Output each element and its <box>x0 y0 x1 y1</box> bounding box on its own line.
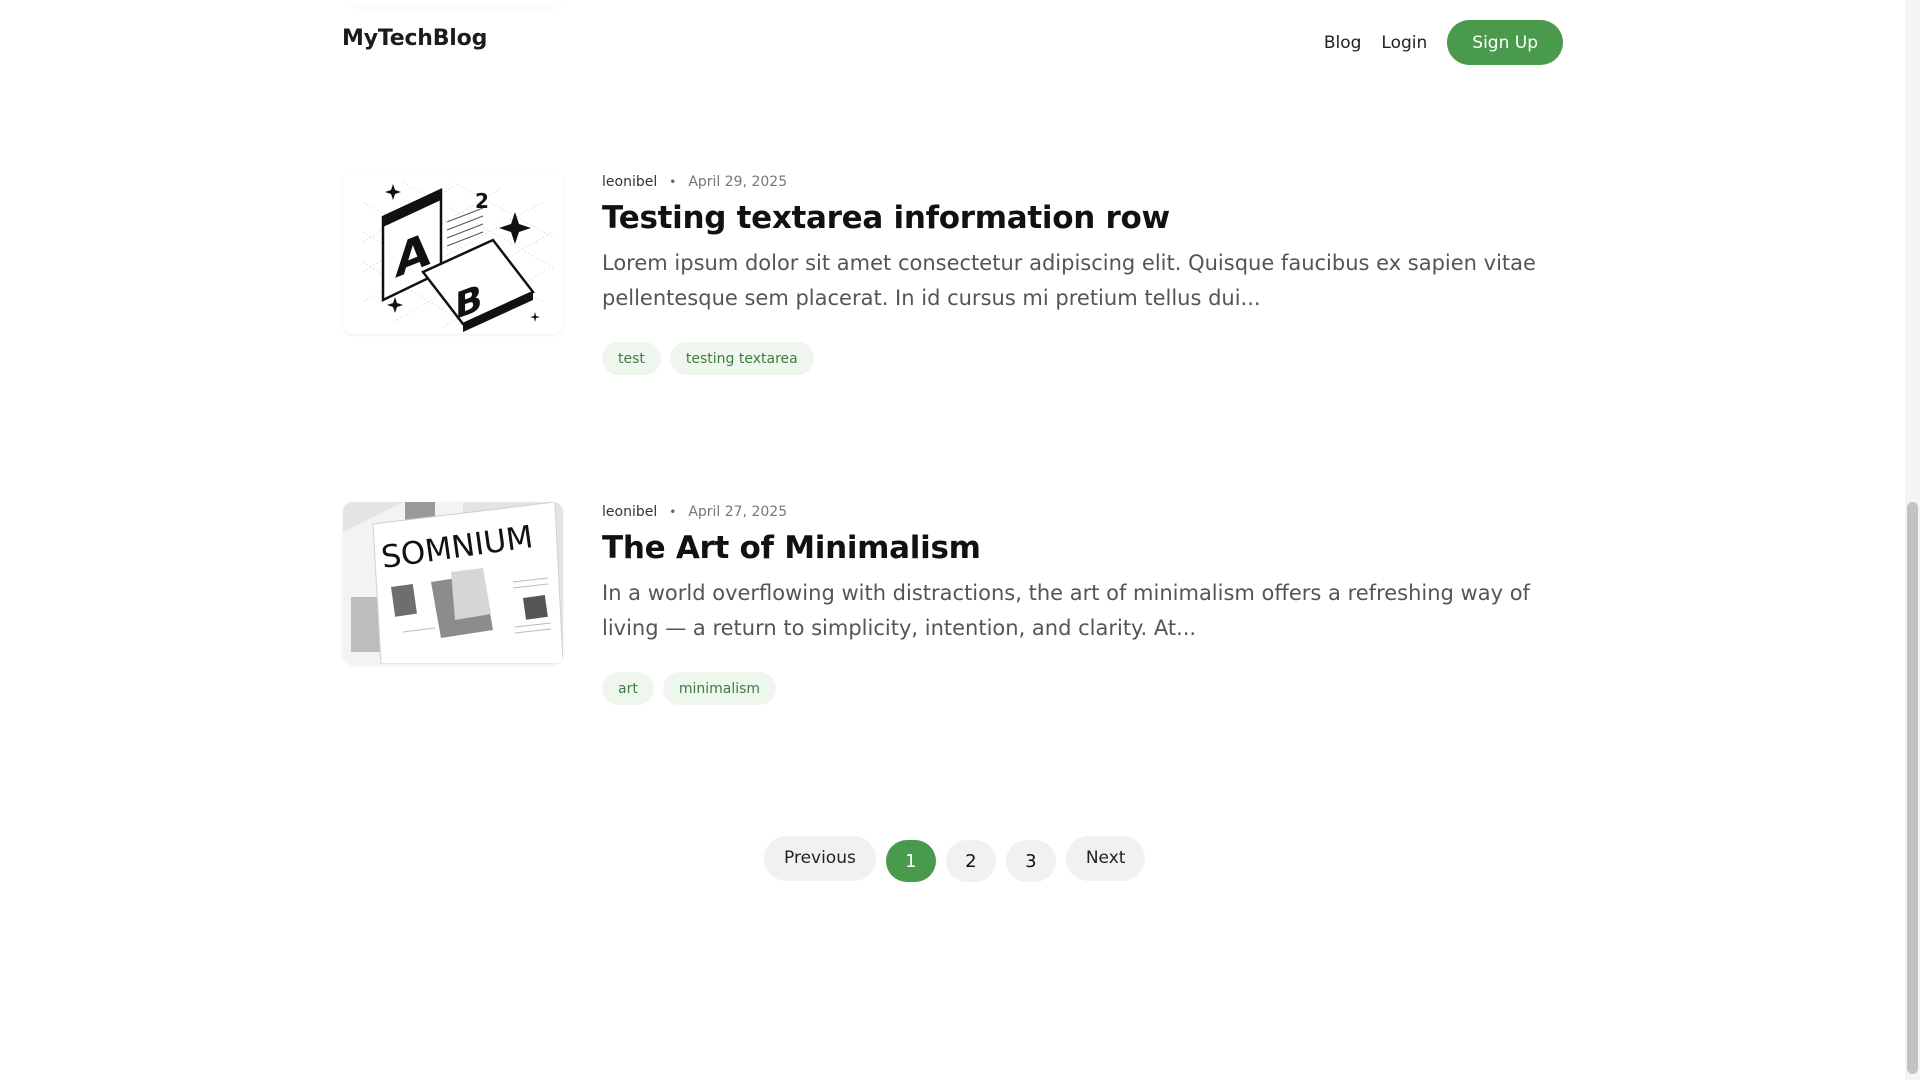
nav-blog-link[interactable]: Blog <box>1324 33 1362 53</box>
post-tags: test testing textarea <box>602 342 1562 375</box>
post-title[interactable]: The Art of Minimalism <box>602 528 1562 568</box>
post-title[interactable]: Testing textarea information row <box>602 198 1562 238</box>
post-meta: leonibel • April 29, 2025 <box>602 172 1562 192</box>
tag-chip[interactable]: minimalism <box>662 672 777 705</box>
post-thumbnail[interactable]: A B 2 <box>343 172 563 334</box>
post-content: leonibel • April 29, 2025 Testing textar… <box>602 172 1562 375</box>
scrollbar-thumb[interactable] <box>1907 502 1918 1074</box>
meta-separator: • <box>669 505 677 519</box>
main-nav: Blog Login Sign Up <box>1324 20 1563 65</box>
post-author[interactable]: leonibel <box>602 174 657 190</box>
page-1-button[interactable]: 1 <box>885 840 936 882</box>
post-excerpt: Lorem ipsum dolor sit amet consectetur a… <box>602 251 1536 310</box>
post-date: April 27, 2025 <box>688 504 788 520</box>
post-excerpt: In a world overflowing with distractions… <box>602 581 1530 640</box>
post-content: leonibel • April 27, 2025 The Art of Min… <box>602 502 1562 705</box>
nav-login-link[interactable]: Login <box>1381 33 1427 53</box>
previous-page-button[interactable]: Previous <box>764 835 876 881</box>
vertical-scrollbar[interactable] <box>1905 0 1920 1080</box>
ab-illustration-icon: A B 2 <box>343 172 563 334</box>
site-logo[interactable]: MyTechBlog <box>342 26 487 51</box>
post-author[interactable]: leonibel <box>602 504 657 520</box>
magazine-mockup-icon: SOMNIUM <box>343 502 563 664</box>
sign-up-button[interactable]: Sign Up <box>1447 20 1563 65</box>
site-header: MyTechBlog Blog Login Sign Up <box>0 0 1905 84</box>
tag-chip[interactable]: art <box>602 672 654 705</box>
tag-chip[interactable]: testing textarea <box>669 342 814 375</box>
svg-text:2: 2 <box>475 189 489 213</box>
page-3-button[interactable]: 3 <box>1005 840 1056 882</box>
post-date: April 29, 2025 <box>688 174 788 190</box>
next-page-button[interactable]: Next <box>1065 835 1146 881</box>
pagination: Previous 1 2 3 Next <box>764 834 1146 882</box>
post-tags: art minimalism <box>602 672 1562 705</box>
post-meta: leonibel • April 27, 2025 <box>602 502 1562 522</box>
page-2-button[interactable]: 2 <box>945 840 996 882</box>
meta-separator: • <box>669 175 677 189</box>
tag-chip[interactable]: test <box>602 342 661 375</box>
post-thumbnail[interactable]: SOMNIUM <box>343 502 563 664</box>
